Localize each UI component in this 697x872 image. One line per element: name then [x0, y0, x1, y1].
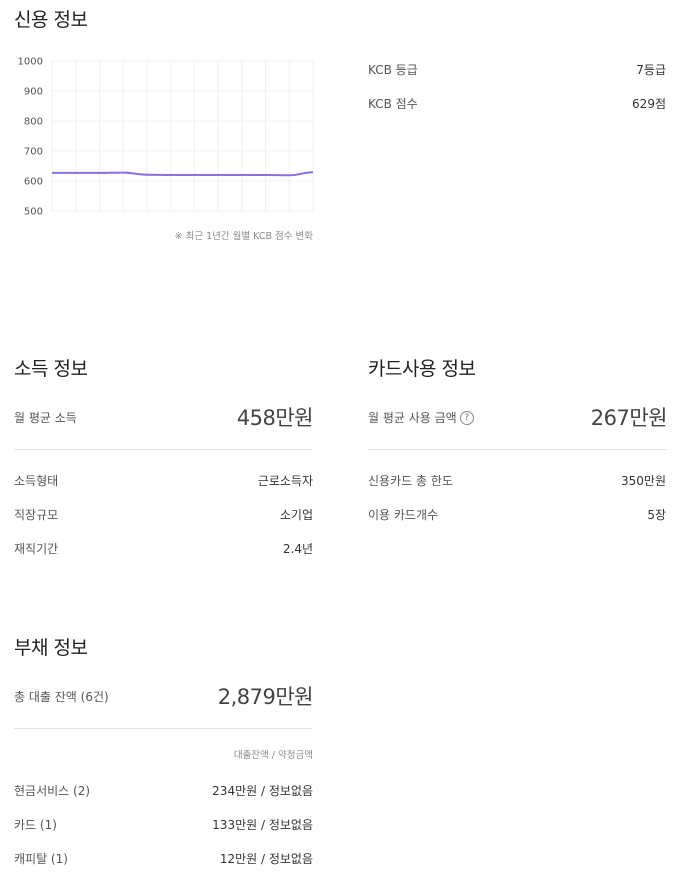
y-tick-label: 1000: [18, 57, 43, 68]
tenure-label: 재직기간: [14, 541, 59, 556]
y-tick-label: 600: [24, 177, 43, 188]
income-avg-row: 월 평균 소득 458만원: [14, 403, 314, 431]
debt-total-value: 2,879만원: [217, 685, 314, 709]
card-limit-label: 신용카드 총 한도: [368, 473, 453, 488]
income-row: 재직기간 2.4년: [14, 538, 313, 558]
kcb-grade-label: KCB 등급: [368, 62, 418, 77]
debt-note: 대출잔액 / 약정금액: [233, 750, 313, 761]
income-type-value: 근로소득자: [257, 473, 313, 488]
capital-loan-value: 12만원 / 정보없음: [219, 851, 313, 866]
debt-section-title: 부채 정보: [14, 637, 88, 659]
card-row: 신용카드 총 한도 350만원: [368, 470, 666, 490]
cash-service-label: 현금서비스 (2): [14, 783, 91, 798]
debt-divider: [14, 728, 313, 729]
y-tick-label: 900: [24, 87, 43, 98]
kcb-score-value: 629점: [632, 96, 666, 111]
cash-service-value: 234만원 / 정보없음: [212, 783, 313, 798]
income-row: 직장규모 소기업: [14, 504, 313, 524]
card-divider: [368, 449, 667, 450]
debt-row: 현금서비스 (2) 234만원 / 정보없음: [14, 780, 313, 800]
card-count-value: 5장: [647, 507, 666, 522]
y-tick-label: 500: [24, 207, 43, 218]
tenure-value: 2.4년: [282, 541, 313, 556]
income-avg-value: 458만원: [236, 406, 314, 430]
income-type-label: 소득형태: [14, 473, 59, 488]
card-loan-label: 카드 (1): [14, 817, 57, 832]
score-line: [52, 171, 314, 177]
debt-total-label: 총 대출 잔액 (6건): [14, 689, 109, 704]
credit-section-title: 신용 정보: [14, 9, 88, 31]
card-avg-value: 267만원: [590, 406, 668, 430]
income-divider: [14, 449, 313, 450]
debt-total-row: 총 대출 잔액 (6건) 2,879만원: [14, 682, 314, 710]
help-icon[interactable]: ?: [459, 411, 474, 425]
kcb-score-label: KCB 점수: [368, 96, 418, 111]
card-avg-label: 월 평균 사용 금액: [368, 410, 457, 425]
debt-row: 카드 (1) 133만원 / 정보없음: [14, 814, 313, 834]
card-limit-value: 350만원: [621, 473, 666, 488]
income-row: 소득형태 근로소득자: [14, 470, 313, 490]
card-loan-value: 133만원 / 정보없음: [212, 817, 313, 832]
chart-grid: [51, 60, 314, 212]
card-section-title: 카드사용 정보: [368, 358, 476, 380]
card-row: 이용 카드개수 5장: [368, 504, 666, 524]
card-count-label: 이용 카드개수: [368, 507, 439, 522]
card-avg-label-wrap: 월 평균 사용 금액?: [368, 409, 474, 426]
income-avg-label: 월 평균 소득: [14, 410, 77, 425]
card-avg-row: 월 평균 사용 금액? 267만원: [368, 403, 668, 431]
debt-row: 캐피탈 (1) 12만원 / 정보없음: [14, 848, 313, 868]
y-tick-label: 800: [24, 117, 43, 128]
y-tick-label: 700: [24, 147, 43, 158]
chart-note: ※ 최근 1년간 월별 KCB 점수 변화: [174, 231, 313, 242]
credit-score-chart: 1000 900 800 700 600 500: [18, 57, 314, 218]
kcb-grade-row: KCB 등급 7등급: [368, 59, 666, 79]
chart-y-tick-labels: 1000 900 800 700 600 500: [18, 57, 43, 218]
capital-loan-label: 캐피탈 (1): [14, 851, 68, 866]
kcb-score-row: KCB 점수 629점: [368, 93, 666, 113]
company-size-value: 소기업: [279, 507, 313, 522]
kcb-grade-value: 7등급: [636, 62, 666, 77]
income-section-title: 소득 정보: [14, 358, 88, 380]
company-size-label: 직장규모: [14, 507, 59, 522]
